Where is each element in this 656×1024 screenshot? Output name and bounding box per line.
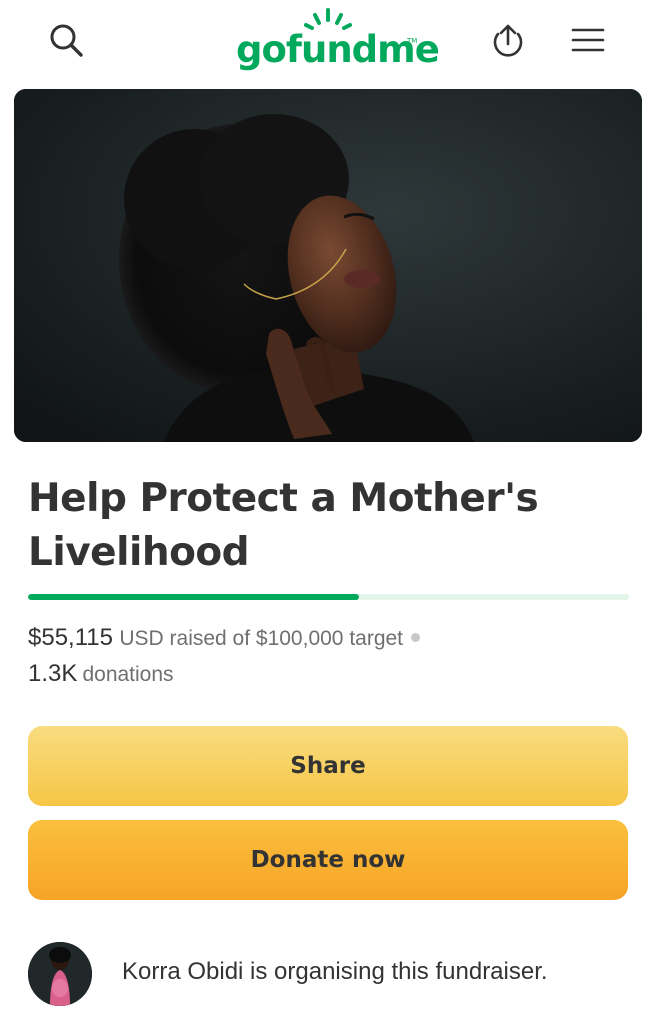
- donations-line[interactable]: 1.3K donations: [28, 660, 174, 688]
- campaign-title: Help Protect a Mother's Livelihood: [28, 476, 539, 575]
- menu-icon[interactable]: [566, 18, 610, 62]
- raised-target-text: USD raised of $100,000 target: [119, 627, 404, 650]
- organiser-avatar[interactable]: [28, 942, 92, 1006]
- funding-progress-bar: [28, 594, 629, 600]
- share-button[interactable]: Share: [28, 726, 628, 806]
- donate-now-button[interactable]: Donate now: [28, 820, 628, 900]
- logo-wordmark: gofundme: [236, 28, 440, 71]
- organiser-text: Korra Obidi is organising this fundraise…: [122, 958, 548, 985]
- separator-dot-icon: [411, 633, 421, 642]
- amount-raised: $55,115: [28, 624, 113, 651]
- upload-icon[interactable]: [486, 18, 530, 62]
- top-header: gofundme TM: [0, 0, 656, 88]
- logo-trademark: TM: [407, 37, 418, 45]
- campaign-hero-image[interactable]: [14, 89, 642, 442]
- donations-label: donations: [82, 663, 174, 686]
- organiser-info: Korra Obidi is organising this fundraise…: [28, 940, 628, 1006]
- funding-progress-fill: [28, 594, 359, 600]
- search-icon[interactable]: [44, 18, 88, 62]
- donation-count: 1.3K: [28, 660, 78, 687]
- gofundme-logo[interactable]: gofundme TM: [236, 8, 440, 76]
- amount-raised-line: $55,115 USD raised of $100,000 target: [28, 624, 421, 653]
